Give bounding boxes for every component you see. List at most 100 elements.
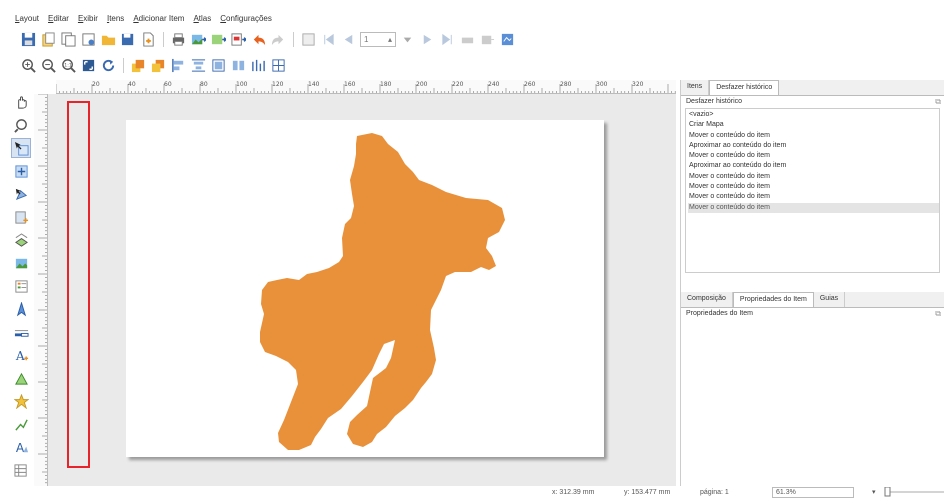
tab-composicao[interactable]: Composição [681,292,733,307]
history-item[interactable]: Mover o conteúdo do item [688,151,939,161]
float-panel-icon[interactable]: ⧉ [935,309,941,319]
zoom-combobox[interactable]: 61.3% [772,486,854,498]
zoom-slider[interactable] [884,486,944,497]
undo-icon[interactable] [250,31,267,48]
zoom-dropdown-icon[interactable]: ▾ [872,488,876,496]
move-item-content-icon[interactable] [11,161,31,181]
refresh-icon[interactable] [100,57,117,74]
add-html-icon[interactable]: A [11,437,31,457]
ruler-tick-label: 80 [200,81,208,88]
next-feature-icon[interactable] [419,31,436,48]
new-layout-icon[interactable] [40,31,57,48]
layout-canvas[interactable] [48,94,676,486]
menu-configuracoes[interactable]: Configurações [220,14,272,23]
menu-exibir[interactable]: Exibir [78,14,98,23]
print-icon[interactable] [170,31,187,48]
add-label-icon[interactable]: A [11,345,31,365]
ruler-tick-label: 40 [128,81,136,88]
resize-icon[interactable] [210,57,227,74]
zoom-out-icon[interactable] [40,57,57,74]
history-item[interactable]: Aproximar ao conteúdo do item [688,141,939,151]
atlas-print-icon[interactable] [459,31,476,48]
group-items-icon[interactable] [230,57,247,74]
dropdown-arrow-icon[interactable] [399,31,416,48]
zoom-100-icon[interactable]: 1:1 [60,57,77,74]
float-panel-icon[interactable]: ⧉ [935,97,941,107]
history-item-selected[interactable]: Mover o conteúdo do item [688,202,939,213]
undo-history-list[interactable]: <vazio> Criar Mapa Mover o conteúdo do i… [685,108,940,273]
save-template-icon[interactable] [120,31,137,48]
save-icon[interactable] [20,31,37,48]
tab-propriedades-do-item[interactable]: Propriedades do Item [732,292,814,307]
zoom-in-icon[interactable] [20,57,37,74]
ungroup-items-icon[interactable] [250,57,267,74]
ruler-tick-label: 280 [560,81,572,88]
add-map-icon[interactable] [11,207,31,227]
menu-adicionar-item[interactable]: Adicionar Item [133,14,184,23]
add-marker-icon[interactable] [11,391,31,411]
map-item[interactable] [126,120,604,457]
zoom-full-icon[interactable] [80,57,97,74]
first-feature-icon[interactable] [320,31,337,48]
last-feature-icon[interactable] [439,31,456,48]
history-item[interactable]: <vazio> [688,110,939,120]
zoom-tool-icon[interactable] [11,115,31,135]
tab-desfazer-historico[interactable]: Desfazer histórico [709,80,780,95]
atlas-page-spinbox[interactable]: 1 ▴ [360,31,396,47]
pan-hand-icon[interactable] [11,92,31,112]
duplicate-layout-icon[interactable] [60,31,77,48]
add-scale-bar-icon[interactable] [11,322,31,342]
add-attribute-table-icon[interactable] [11,460,31,480]
menu-itens[interactable]: Itens [107,14,124,23]
open-folder-icon[interactable] [100,31,117,48]
atlas-export-icon[interactable] [479,31,496,48]
bottom-dock-tabs: Composição Propriedades do Item Guias [681,292,944,308]
lower-item-icon[interactable] [150,57,167,74]
navigation-toolbar: 1:1 [0,54,944,76]
history-item[interactable]: Mover o conteúdo do item [688,131,939,141]
raise-item-icon[interactable] [130,57,147,74]
item-properties-panel-header: Propriedades do Item ⧉ [681,308,944,320]
tab-guias[interactable]: Guias [814,292,846,307]
ruler-tick-label: 20 [92,81,100,88]
right-dock-panel: Itens Desfazer histórico Desfazer histór… [680,80,944,486]
ruler-tick-label: 220 [452,81,464,88]
export-image-icon[interactable] [190,31,207,48]
add-north-arrow-icon[interactable] [11,299,31,319]
menu-atlas[interactable]: Atlas [193,14,211,23]
ruler-tick-label: 240 [488,81,500,88]
new-page-icon[interactable] [140,31,157,48]
add-shape-icon[interactable] [11,368,31,388]
vertical-ruler[interactable] [34,94,48,486]
history-item[interactable]: Criar Mapa [688,120,939,130]
atlas-settings-icon[interactable] [300,31,317,48]
tab-itens[interactable]: Itens [681,80,710,95]
history-item[interactable]: Mover o conteúdo do item [688,192,939,202]
history-item[interactable]: Mover o conteúdo do item [688,172,939,182]
export-svg-icon[interactable] [210,31,227,48]
menu-layout[interactable]: Layout [15,14,39,23]
layout-manager-icon[interactable] [80,31,97,48]
export-pdf-icon[interactable] [230,31,247,48]
menu-editar[interactable]: Editar [48,14,69,23]
add-3d-map-icon[interactable] [11,230,31,250]
horizontal-ruler[interactable]: 20 40 60 80 100 120 140 160 180 200 220 240 260 280 30… [56,80,676,94]
undo-history-panel-header: Desfazer histórico ⧉ [681,96,944,108]
atlas-page-value: 1 [364,34,369,44]
distribute-icon[interactable] [190,57,207,74]
svg-text:A: A [15,441,24,455]
select-move-item-icon[interactable] [11,138,31,158]
previous-feature-icon[interactable] [340,31,357,48]
status-bar: x: 312.39 mm y: 153.477 mm página: 1 61.… [0,486,944,498]
layout-page[interactable] [126,120,604,457]
add-legend-icon[interactable] [11,276,31,296]
atlas-export-menu-icon[interactable] [499,31,516,48]
lock-items-icon[interactable] [270,57,287,74]
redo-icon[interactable] [270,31,287,48]
history-item[interactable]: Aproximar ao conteúdo do item [688,161,939,171]
add-picture-icon[interactable] [11,253,31,273]
history-item[interactable]: Mover o conteúdo do item [688,182,939,192]
add-polyline-icon[interactable] [11,414,31,434]
align-left-icon[interactable] [170,57,187,74]
edit-nodes-icon[interactable] [11,184,31,204]
